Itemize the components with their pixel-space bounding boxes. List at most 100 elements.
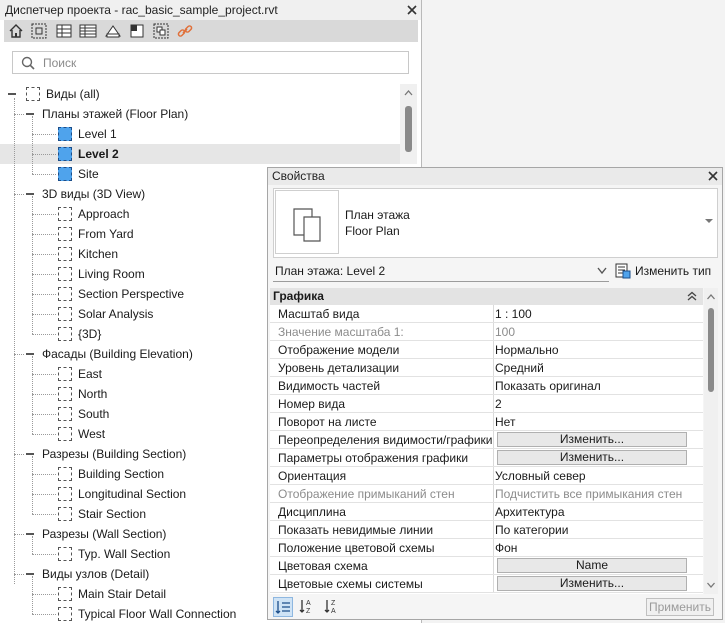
project-browser-titlebar[interactable]: Диспетчер проекта - rac_basic_sample_pro… (0, 0, 421, 20)
sort-descending-icon[interactable]: ZA (323, 597, 343, 617)
property-value[interactable]: По категории (495, 523, 568, 537)
chevron-down-icon[interactable] (704, 216, 714, 226)
tree-connector (14, 114, 24, 115)
sort-ascending-icon[interactable]: AZ (298, 597, 318, 617)
tree-scrollbar[interactable] (400, 84, 417, 164)
property-value[interactable]: Показать оригинал (495, 379, 601, 393)
property-value[interactable]: Условный север (495, 469, 586, 483)
type-name: Floor Plan (345, 224, 400, 238)
property-row[interactable]: Показать невидимые линии По категории (270, 521, 703, 539)
zoom-fit-icon[interactable] (30, 22, 48, 40)
property-row[interactable]: Поворот на листе Нет (270, 413, 703, 431)
property-row[interactable]: Масштаб вида 1 : 100 (270, 305, 703, 323)
property-name-cell: Видимость частей (270, 377, 494, 394)
elevation-view-icon (58, 387, 72, 401)
search-input[interactable] (43, 54, 398, 71)
property-row[interactable]: Отображение примыканий стен Подчистить вс… (270, 485, 703, 503)
tree-item-label: Living Room (78, 267, 145, 281)
tree-connector (32, 414, 56, 415)
property-edit-button[interactable]: Изменить... (497, 450, 687, 465)
property-row[interactable]: Номер вида 2 (270, 395, 703, 413)
tree-item-label: Kitchen (78, 247, 119, 261)
property-value[interactable]: Средний (495, 361, 544, 375)
svg-text:A: A (306, 600, 311, 607)
property-row[interactable]: Цветовые схемы системы Изменить... (270, 575, 703, 593)
property-row[interactable]: Переопределения видимости/графики Изменит… (270, 431, 703, 449)
property-edit-button[interactable]: Изменить... (497, 576, 687, 591)
close-icon[interactable] (706, 169, 720, 183)
tree-connector (32, 474, 56, 475)
type-selector[interactable]: План этажа Floor Plan (273, 188, 718, 258)
collapse-icon[interactable] (26, 353, 34, 355)
close-icon[interactable] (405, 3, 419, 17)
property-value[interactable]: 2 (495, 397, 502, 411)
sheet-icon[interactable] (104, 22, 122, 40)
group-icon[interactable] (152, 22, 170, 40)
search-box[interactable] (12, 51, 409, 74)
tree-group-label: 3D виды (3D View) (42, 187, 146, 201)
tree-group-label: Разрезы (Wall Section) (42, 527, 167, 541)
property-value[interactable]: Архитектура (495, 505, 565, 519)
property-row[interactable]: Цветовая схема Name (270, 557, 703, 575)
tree-root-label: Виды (all) (46, 87, 100, 101)
collapse-icon[interactable] (26, 113, 34, 115)
property-name: Цветовая схема (278, 559, 368, 573)
property-row[interactable]: Дисциплина Архитектура (270, 503, 703, 521)
categorized-sort-icon[interactable] (273, 597, 293, 617)
group-title: Графика (273, 289, 324, 303)
properties-scrollbar[interactable] (704, 288, 718, 594)
tree-group-label: Разрезы (Building Section) (42, 447, 187, 461)
property-edit-button[interactable]: Name (497, 558, 687, 573)
property-value[interactable]: Нет (495, 415, 515, 429)
tree-group[interactable]: Планы этажей (Floor Plan) (0, 104, 400, 124)
property-row[interactable]: Уровень детализации Средний (270, 359, 703, 377)
link-icon[interactable] (176, 22, 194, 40)
tree-item[interactable]: Level 2 (0, 144, 400, 164)
property-name-cell: Поворот на листе (270, 413, 494, 430)
floor-plan-view-icon (58, 167, 72, 181)
apply-button[interactable]: Применить (646, 598, 714, 616)
property-name-cell: Цветовые схемы системы (270, 575, 494, 592)
property-value[interactable]: Фон (495, 541, 517, 555)
tree-group-label: Планы этажей (Floor Plan) (42, 107, 189, 121)
3d-view-icon (58, 307, 72, 321)
collapse-icon[interactable] (8, 93, 16, 95)
tree-connector (32, 234, 56, 235)
collapse-icon[interactable] (26, 533, 34, 535)
tree-connector (32, 274, 56, 275)
collapse-icon[interactable] (26, 573, 34, 575)
property-row[interactable]: Параметры отображения графики Изменить... (270, 449, 703, 467)
property-name-cell: Переопределения видимости/графики (270, 431, 494, 448)
property-row[interactable]: Ориентация Условный север (270, 467, 703, 485)
property-row[interactable]: Отображение модели Нормально (270, 341, 703, 359)
collapse-up-icon[interactable] (687, 291, 697, 301)
property-name: Переопределения видимости/графики (278, 433, 493, 447)
elevation-view-icon (58, 367, 72, 381)
properties-titlebar[interactable]: Свойства (268, 168, 722, 185)
edit-type-button[interactable]: Изменить тип (613, 261, 718, 281)
schedule-icon[interactable] (55, 22, 73, 40)
tree-root-views[interactable]: Виды (all) (0, 84, 400, 104)
home-icon[interactable] (7, 22, 25, 40)
property-row[interactable]: Видимость частей Показать оригинал (270, 377, 703, 395)
elevation-view-icon (58, 407, 72, 421)
property-row[interactable]: Положение цветовой схемы Фон (270, 539, 703, 557)
instance-filter-dropdown[interactable]: План этажа: Level 2 (273, 261, 609, 282)
property-name: Значение масштаба 1: (278, 325, 404, 339)
property-row[interactable]: Значение масштаба 1: 100 (270, 323, 703, 341)
property-edit-button[interactable]: Изменить... (497, 432, 687, 447)
properties-grid: Графика Масштаб вида 1 : 100 Значение масш… (270, 288, 703, 594)
property-value[interactable]: 1 : 100 (495, 307, 532, 321)
property-name-cell: Дисциплина (270, 503, 494, 520)
family-icon[interactable] (128, 22, 146, 40)
table-icon[interactable] (79, 22, 97, 40)
property-name: Уровень детализации (278, 361, 400, 375)
property-value[interactable]: Нормально (495, 343, 559, 357)
collapse-icon[interactable] (26, 453, 34, 455)
group-header-graphics[interactable]: Графика (270, 288, 703, 305)
tree-item-label: From Yard (78, 227, 134, 241)
tree-item-label: Longitudinal Section (78, 487, 187, 501)
collapse-icon[interactable] (26, 193, 34, 195)
tree-item[interactable]: Level 1 (0, 124, 400, 144)
views-root-icon (26, 87, 40, 101)
